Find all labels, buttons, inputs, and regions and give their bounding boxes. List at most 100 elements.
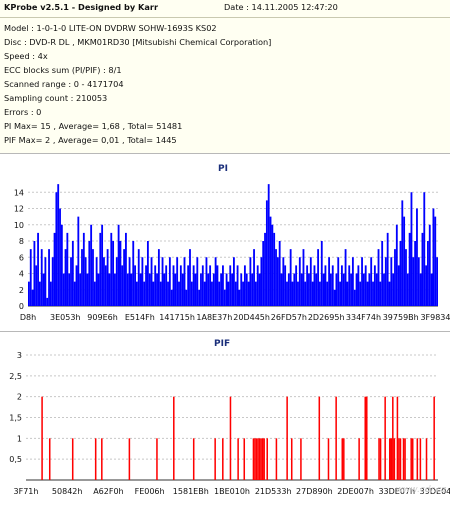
pi-bar	[190, 281, 193, 307]
x-tick-label: 334F74h	[346, 313, 381, 322]
pi-bar	[243, 265, 246, 307]
pi-bar	[179, 265, 182, 307]
pi-bar	[383, 273, 385, 306]
pi-bar	[170, 289, 173, 306]
pif-bar	[255, 438, 258, 480]
pif-bar	[410, 438, 412, 480]
pif-chart-title: PIF	[214, 339, 231, 349]
pi-bar	[317, 249, 320, 307]
x-tick-label: D8h	[20, 313, 36, 322]
pi-bar	[287, 273, 290, 306]
pi-bar	[123, 249, 126, 307]
x-tick-label: A62F0h	[93, 487, 123, 496]
pi-bar	[93, 281, 96, 307]
pi-bar	[368, 273, 371, 306]
pi-bar	[372, 281, 374, 307]
pi-bar	[289, 249, 292, 307]
pi-bar	[150, 257, 153, 306]
pi-bar	[406, 273, 409, 306]
pi-bar	[394, 249, 396, 307]
pi-bar	[110, 232, 113, 307]
pi-bar	[90, 224, 93, 306]
pif-bar	[266, 438, 268, 480]
pi-bar	[245, 273, 248, 306]
chart-divider	[0, 331, 450, 332]
pi-bar	[286, 281, 288, 307]
pi-bar	[267, 184, 270, 307]
x-tick-label: FE006h	[135, 487, 165, 496]
pi-bar	[126, 273, 129, 306]
pi-bar	[181, 273, 184, 306]
pi-bar	[405, 249, 407, 307]
pi-bar	[386, 232, 389, 307]
pi-bar	[168, 257, 171, 306]
pi-bar	[265, 200, 268, 307]
pi-bar	[432, 208, 435, 306]
pi-bar	[148, 273, 151, 306]
pi-bar	[348, 265, 351, 307]
pi-bar	[291, 281, 294, 307]
pi-bar	[419, 273, 422, 306]
pi-bar	[234, 281, 237, 307]
pi-bar	[260, 257, 263, 306]
pi-bar	[414, 241, 417, 306]
x-tick-label: 141715h	[159, 313, 195, 322]
pi-bar	[377, 249, 380, 307]
pi-bar	[311, 281, 314, 307]
pif-bar	[41, 396, 43, 480]
pif-bar	[378, 438, 380, 480]
pif-bar	[364, 396, 367, 480]
pi-bar	[101, 224, 104, 306]
pi-bar	[295, 265, 298, 307]
pi-bar	[223, 289, 226, 306]
pi-bar	[421, 232, 424, 307]
pif-bar	[300, 438, 302, 480]
pi-bar	[361, 257, 363, 306]
pi-bar	[381, 241, 384, 306]
pi-bar	[115, 257, 118, 306]
pi-bar	[416, 208, 418, 306]
pi-bar	[165, 265, 168, 307]
speed-line: Speed : 4x	[4, 51, 48, 61]
pi-bar	[346, 281, 349, 307]
pi-bar	[231, 273, 233, 306]
pi-bar	[44, 257, 47, 306]
pif-bar	[341, 438, 344, 480]
pi-bar	[196, 257, 199, 306]
pi-bar	[128, 257, 131, 306]
pi-bar	[88, 241, 91, 306]
pif-bar	[156, 438, 158, 480]
pif-bar	[393, 438, 396, 480]
pif-bar	[411, 438, 414, 480]
pi-bar	[242, 281, 244, 307]
x-tick-label: 20D445h	[233, 313, 270, 322]
pi-bar	[373, 265, 376, 307]
pi-bar	[256, 265, 259, 307]
pi-bar	[135, 281, 138, 307]
pi-chart: 0 2 4 6 8 10 12 14 D8h 3E053h 909E6h E514Fh 141715h…	[14, 184, 450, 322]
pi-bar	[156, 273, 158, 306]
pi-bar	[117, 224, 120, 306]
pi-bar	[392, 273, 395, 306]
pi-bar	[28, 281, 30, 307]
pif-bar	[257, 438, 259, 480]
pi-bar	[322, 273, 325, 306]
pi-bar	[146, 241, 149, 306]
pi-bar	[60, 224, 63, 306]
pi-bar	[284, 265, 287, 307]
pif-summary-line: PIF Max= 2 , Average= 0,01 , Total= 1445	[4, 135, 177, 145]
pi-bar	[273, 232, 276, 307]
pi-bar	[434, 216, 437, 307]
pi-bar	[37, 232, 39, 307]
x-tick-label: 3E053h	[50, 313, 80, 322]
pif-bar	[290, 438, 293, 480]
pi-bar	[399, 241, 402, 306]
pi-bar	[48, 249, 50, 307]
pi-bar	[275, 249, 277, 307]
pi-bar	[293, 273, 296, 306]
pi-bar	[403, 216, 406, 307]
pi-bar	[313, 265, 316, 307]
pi-bar	[300, 273, 303, 306]
pi-bar	[84, 257, 87, 306]
pi-bar	[236, 265, 239, 307]
